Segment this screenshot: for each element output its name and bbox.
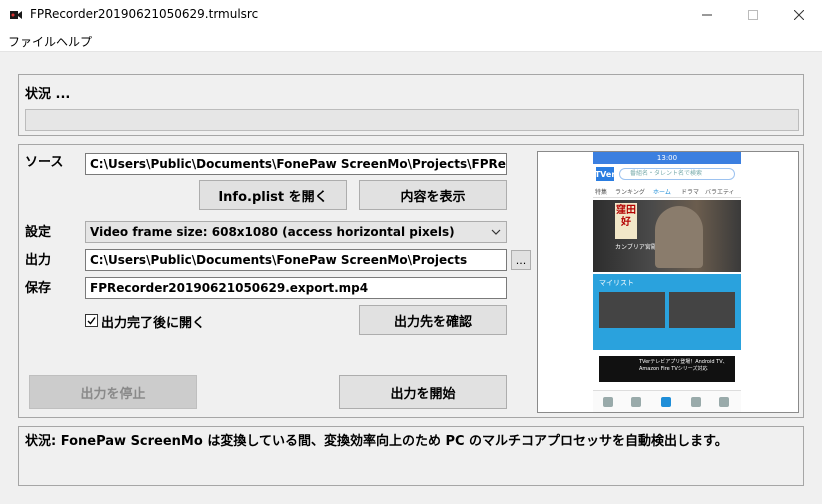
checkmark-icon [87, 317, 96, 325]
output-field[interactable]: C:\Users\Public\Documents\FonePaw Screen… [85, 249, 507, 271]
save-filename-field[interactable]: FPRecorder20190621050629.export.mp4 [85, 277, 507, 299]
phone-bottom-nav [593, 390, 741, 412]
source-label: ソース [25, 155, 64, 170]
main-group: ソース C:\Users\Public\Documents\FonePaw Sc… [18, 144, 804, 418]
window-title: FPRecorder20190621050629.trmulsrc [30, 7, 259, 21]
phone-app-banner: TVerテレビアプリ登場！Android TV、Amazon Fire TVシリ… [599, 356, 735, 382]
minimize-button[interactable] [684, 0, 730, 30]
video-camera-icon [10, 11, 22, 19]
source-field[interactable]: C:\Users\Public\Documents\FonePaw Screen… [85, 153, 507, 175]
progress-bar [25, 109, 799, 131]
settings-select[interactable]: Video frame size: 608x1080 (access horiz… [85, 221, 507, 243]
settings-select-value: Video frame size: 608x1080 (access horiz… [90, 225, 455, 239]
phone-status-bar: 13:00 [593, 152, 741, 164]
phone-search: 番組名・タレント名で検索 [619, 168, 735, 180]
menu-bar: ファイル ヘルプ [0, 30, 822, 52]
phone-tab: ホーム [653, 189, 671, 196]
check-output-button[interactable]: 出力先を確認 [359, 305, 507, 335]
maximize-icon [748, 10, 758, 20]
status-message: 状況: FonePaw ScreenMo は変換している間、変換効率向上のため … [25, 434, 728, 449]
start-export-button[interactable]: 出力を開始 [339, 375, 507, 409]
open-after-checkbox[interactable] [85, 314, 98, 327]
phone-mylist: マイリスト [593, 274, 741, 350]
chevron-down-icon [491, 229, 501, 235]
show-contents-button[interactable]: 内容を表示 [359, 180, 507, 210]
tver-logo: TVer [595, 167, 615, 181]
phone-screen: 13:00 TVer 番組名・タレント名で検索 特集 ランキング ホーム ドラマ… [593, 152, 741, 412]
mylist-label: マイリスト [599, 279, 634, 287]
mylist-thumbnail [599, 292, 665, 328]
phone-tab: バラエティ [705, 189, 735, 196]
stop-export-button[interactable]: 出力を停止 [29, 375, 197, 409]
menu-help[interactable]: ヘルプ [56, 33, 92, 50]
menu-icon [719, 397, 729, 407]
output-label: 出力 [25, 253, 52, 268]
minimize-icon [702, 14, 712, 16]
home-icon [661, 397, 671, 407]
status-group: 状況 ... [18, 74, 804, 136]
hero-image [655, 206, 703, 268]
nav-icon [691, 397, 701, 407]
video-preview: 13:00 TVer 番組名・タレント名で検索 特集 ランキング ホーム ドラマ… [537, 151, 799, 413]
save-label: 保存 [25, 281, 52, 296]
menu-file[interactable]: ファイル [8, 33, 56, 50]
close-button[interactable] [776, 0, 822, 30]
browse-output-button[interactable]: ... [511, 250, 531, 270]
phone-tab: ランキング [615, 189, 645, 196]
phone-header: TVer 番組名・タレント名で検索 [593, 164, 741, 184]
maximize-button[interactable] [730, 0, 776, 30]
nav-icon [603, 397, 613, 407]
settings-label: 設定 [25, 225, 52, 240]
title-bar: FPRecorder20190621050629.trmulsrc [0, 0, 822, 30]
open-after-label: 出力完了後に開く [101, 316, 206, 331]
nav-icon [631, 397, 641, 407]
close-icon [794, 10, 804, 20]
open-info-plist-button[interactable]: Info.plist を開く [199, 180, 347, 210]
phone-tab: ドラマ [681, 189, 700, 196]
phone-hero-banner: 窪田好 カンブリア宮殿 [593, 200, 741, 272]
phone-tab: 特集 [595, 189, 608, 196]
hero-subtitle: カンブリア宮殿 [615, 244, 657, 251]
phone-tabs: 特集 ランキング ホーム ドラマ バラエティ [593, 184, 741, 198]
message-group: 状況: FonePaw ScreenMo は変換している間、変換効率向上のため … [18, 426, 804, 486]
status-label: 状況 ... [25, 87, 71, 102]
mylist-thumbnail [669, 292, 735, 328]
hero-title: 窪田好 [615, 203, 637, 239]
